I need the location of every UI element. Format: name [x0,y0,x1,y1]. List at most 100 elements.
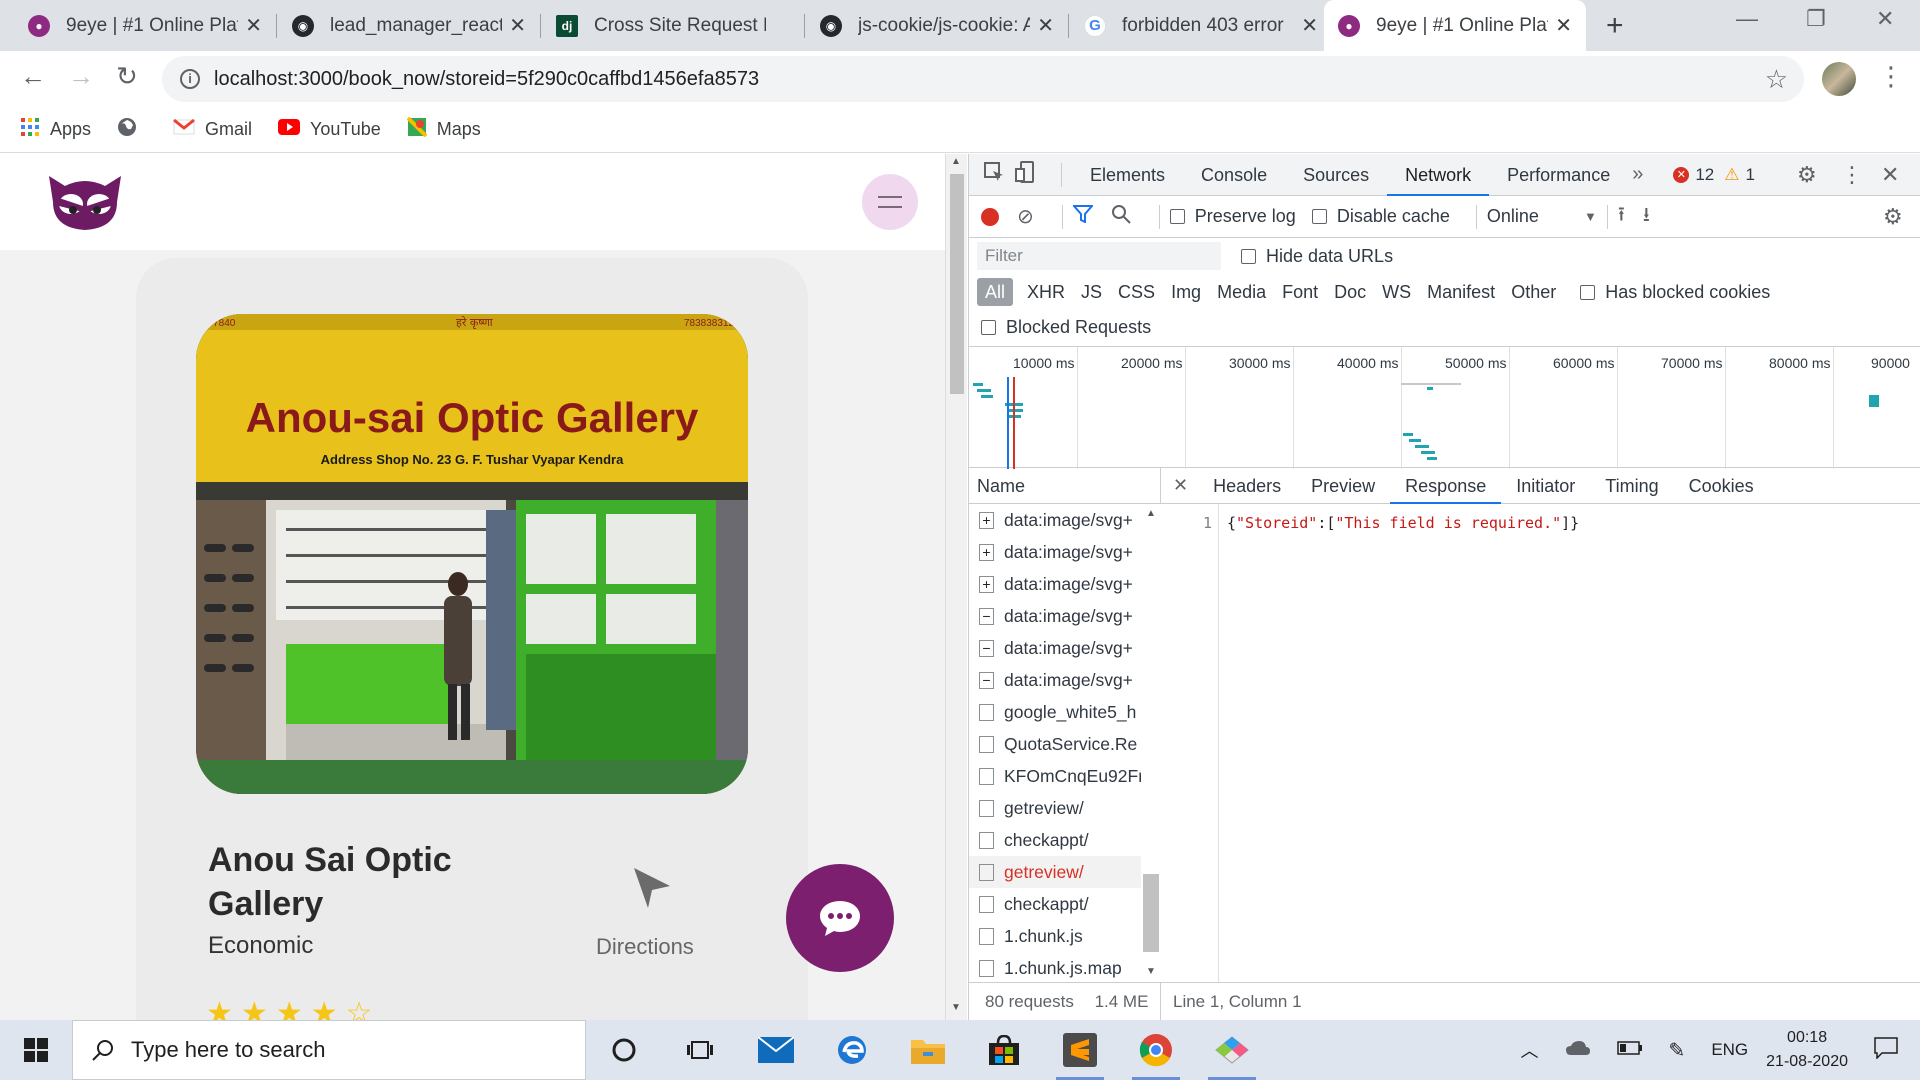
request-row[interactable]: KFOmCnqEu92Fr [969,760,1141,792]
scroll-up-arrow-icon[interactable]: ▲ [951,156,961,167]
type-filter-all[interactable]: All [977,278,1014,306]
tab-elements[interactable]: Elements [1072,154,1183,196]
directions-arrow-icon[interactable] [632,866,672,915]
type-filter-ws[interactable]: WS [1374,282,1419,303]
edge-browser-icon[interactable] [814,1020,890,1080]
directions-label[interactable]: Directions [596,934,694,960]
type-filter-media[interactable]: Media [1209,282,1274,303]
type-filter-xhr[interactable]: XHR [1019,282,1073,303]
browser-tab[interactable]: ◉ js-cookie/js-cookie: A ✕ [806,0,1068,51]
settings-gear-icon[interactable]: ⚙ [1797,162,1817,188]
issue-counter[interactable]: ✕ 12 ⚠ 1 [1673,165,1755,185]
request-row[interactable]: − data:image/svg+ [969,632,1141,664]
type-filter-manifest[interactable]: Manifest [1419,282,1503,303]
tab-console[interactable]: Console [1183,154,1285,196]
disable-cache-checkbox[interactable]: Disable cache [1311,206,1450,227]
request-row[interactable]: − data:image/svg+ [969,600,1141,632]
minimize-window-icon[interactable]: — [1736,6,1758,32]
url-text[interactable]: localhost:3000/book_now/storeid=5f290c0c… [214,68,759,91]
network-settings-gear-icon[interactable]: ⚙ [1883,204,1903,230]
close-tab-icon[interactable]: ✕ [509,13,526,38]
file-explorer-icon[interactable] [890,1020,966,1080]
request-row[interactable]: checkappt/ [969,888,1141,920]
mail-app-icon[interactable] [738,1020,814,1080]
checkbox[interactable] [1169,209,1185,224]
inspect-element-icon[interactable] [983,161,1005,188]
request-row[interactable]: 1.chunk.js.map [969,952,1141,982]
new-tab-button[interactable]: + [1606,9,1624,43]
hamburger-menu-button[interactable] [862,174,918,230]
address-bar[interactable]: i localhost:3000/book_now/storeid=5f290c… [162,56,1804,102]
battery-icon[interactable] [1616,1040,1643,1060]
request-row[interactable]: getreview/ [969,792,1141,824]
bookmark-apps[interactable]: Apps [20,117,91,142]
browser-tab[interactable]: G forbidden 403 error ✕ [1070,0,1332,51]
back-arrow-icon[interactable]: ← [20,61,46,92]
close-tab-icon[interactable]: ✕ [1555,13,1572,38]
checkbox[interactable] [1580,284,1596,300]
tab-cookies[interactable]: Cookies [1674,468,1769,504]
scrollbar-thumb[interactable] [950,174,964,394]
request-row[interactable]: + data:image/svg+ [969,536,1141,568]
request-row-selected-error[interactable]: getreview/ [969,856,1141,888]
close-detail-icon[interactable]: ✕ [1161,475,1198,496]
tab-preview[interactable]: Preview [1296,468,1390,504]
export-har-icon[interactable]: ⭳ [1643,200,1650,234]
close-window-icon[interactable]: ✕ [1876,6,1894,32]
request-row[interactable]: google_white5_h [969,696,1141,728]
tab-network[interactable]: Network [1387,154,1490,196]
filter-funnel-icon[interactable] [1071,204,1094,229]
throttling-select[interactable]: Online ▼ [1487,206,1597,227]
close-tab-icon[interactable]: ✕ [1037,13,1054,38]
preserve-log-checkbox[interactable]: Preserve log [1169,206,1296,227]
more-tabs-icon[interactable]: » [1632,163,1643,186]
language-indicator[interactable]: ENG [1711,1040,1748,1060]
task-view-icon[interactable] [662,1020,738,1080]
close-tab-icon[interactable]: ✕ [245,13,262,38]
type-filter-img[interactable]: Img [1163,282,1209,303]
close-tab-icon[interactable]: ✕ [1301,13,1318,38]
device-toolbar-icon[interactable] [1015,161,1037,188]
response-code[interactable]: {"Storeid":["This field is required."]} [1227,514,1579,532]
taskbar-search-box[interactable]: Type here to search [72,1020,586,1080]
checkbox[interactable] [1241,248,1256,264]
bookmark-star-icon[interactable]: ☆ [1765,64,1788,95]
bookmark-gmail[interactable]: Gmail [173,118,252,141]
clock[interactable]: 00:18 21-08-2020 [1766,1026,1848,1074]
hide-data-urls-checkbox[interactable]: Hide data URLs [1241,246,1393,267]
browser-tab[interactable]: ◉ lead_manager_react_ ✕ [278,0,540,51]
tab-sources[interactable]: Sources [1285,154,1387,196]
pen-workspace-icon[interactable]: ✎ [1669,1038,1686,1063]
scroll-down-arrow-icon[interactable]: ▼ [1146,966,1156,977]
import-har-icon[interactable]: ⭱ [1618,200,1625,234]
filter-input[interactable]: Filter [977,242,1221,270]
type-filter-font[interactable]: Font [1274,282,1326,303]
microsoft-store-icon[interactable] [966,1020,1042,1080]
browser-tab[interactable]: dj Cross Site Request Fo [542,0,804,51]
scroll-down-arrow-icon[interactable]: ▼ [951,1002,961,1013]
request-row[interactable]: checkappt/ [969,824,1141,856]
tab-headers[interactable]: Headers [1198,468,1296,504]
bookmark-globe[interactable] [117,117,147,142]
sublime-text-icon[interactable] [1042,1020,1118,1080]
request-row[interactable]: 1.chunk.js [969,920,1141,952]
start-button[interactable] [0,1038,72,1062]
onedrive-cloud-icon[interactable] [1565,1040,1591,1061]
9eye-logo[interactable] [47,172,123,232]
scrollbar-thumb[interactable] [1143,874,1159,952]
site-info-icon[interactable]: i [180,69,200,89]
bookmark-youtube[interactable]: YouTube [278,119,381,140]
checkbox[interactable] [981,319,996,335]
paint-3d-icon[interactable] [1194,1020,1270,1080]
close-devtools-icon[interactable]: ✕ [1881,162,1899,188]
store-photo[interactable]: 377840 हरे कृष्णा 7838383127 Anou-sai Op… [196,314,748,794]
devtools-menu-icon[interactable]: ⋮ [1841,162,1863,188]
tab-timing[interactable]: Timing [1590,468,1673,504]
checkbox[interactable] [1311,209,1327,224]
request-list-scrollbar[interactable]: ▲ ▼ [1141,504,1161,982]
clear-icon[interactable]: ⊘ [1017,204,1034,229]
network-overview-timeline[interactable]: 10000 ms 20000 ms 30000 ms 40000 ms 5000… [969,346,1920,469]
tab-performance[interactable]: Performance [1489,154,1628,196]
type-filter-css[interactable]: CSS [1110,282,1163,303]
record-icon[interactable] [981,207,999,226]
